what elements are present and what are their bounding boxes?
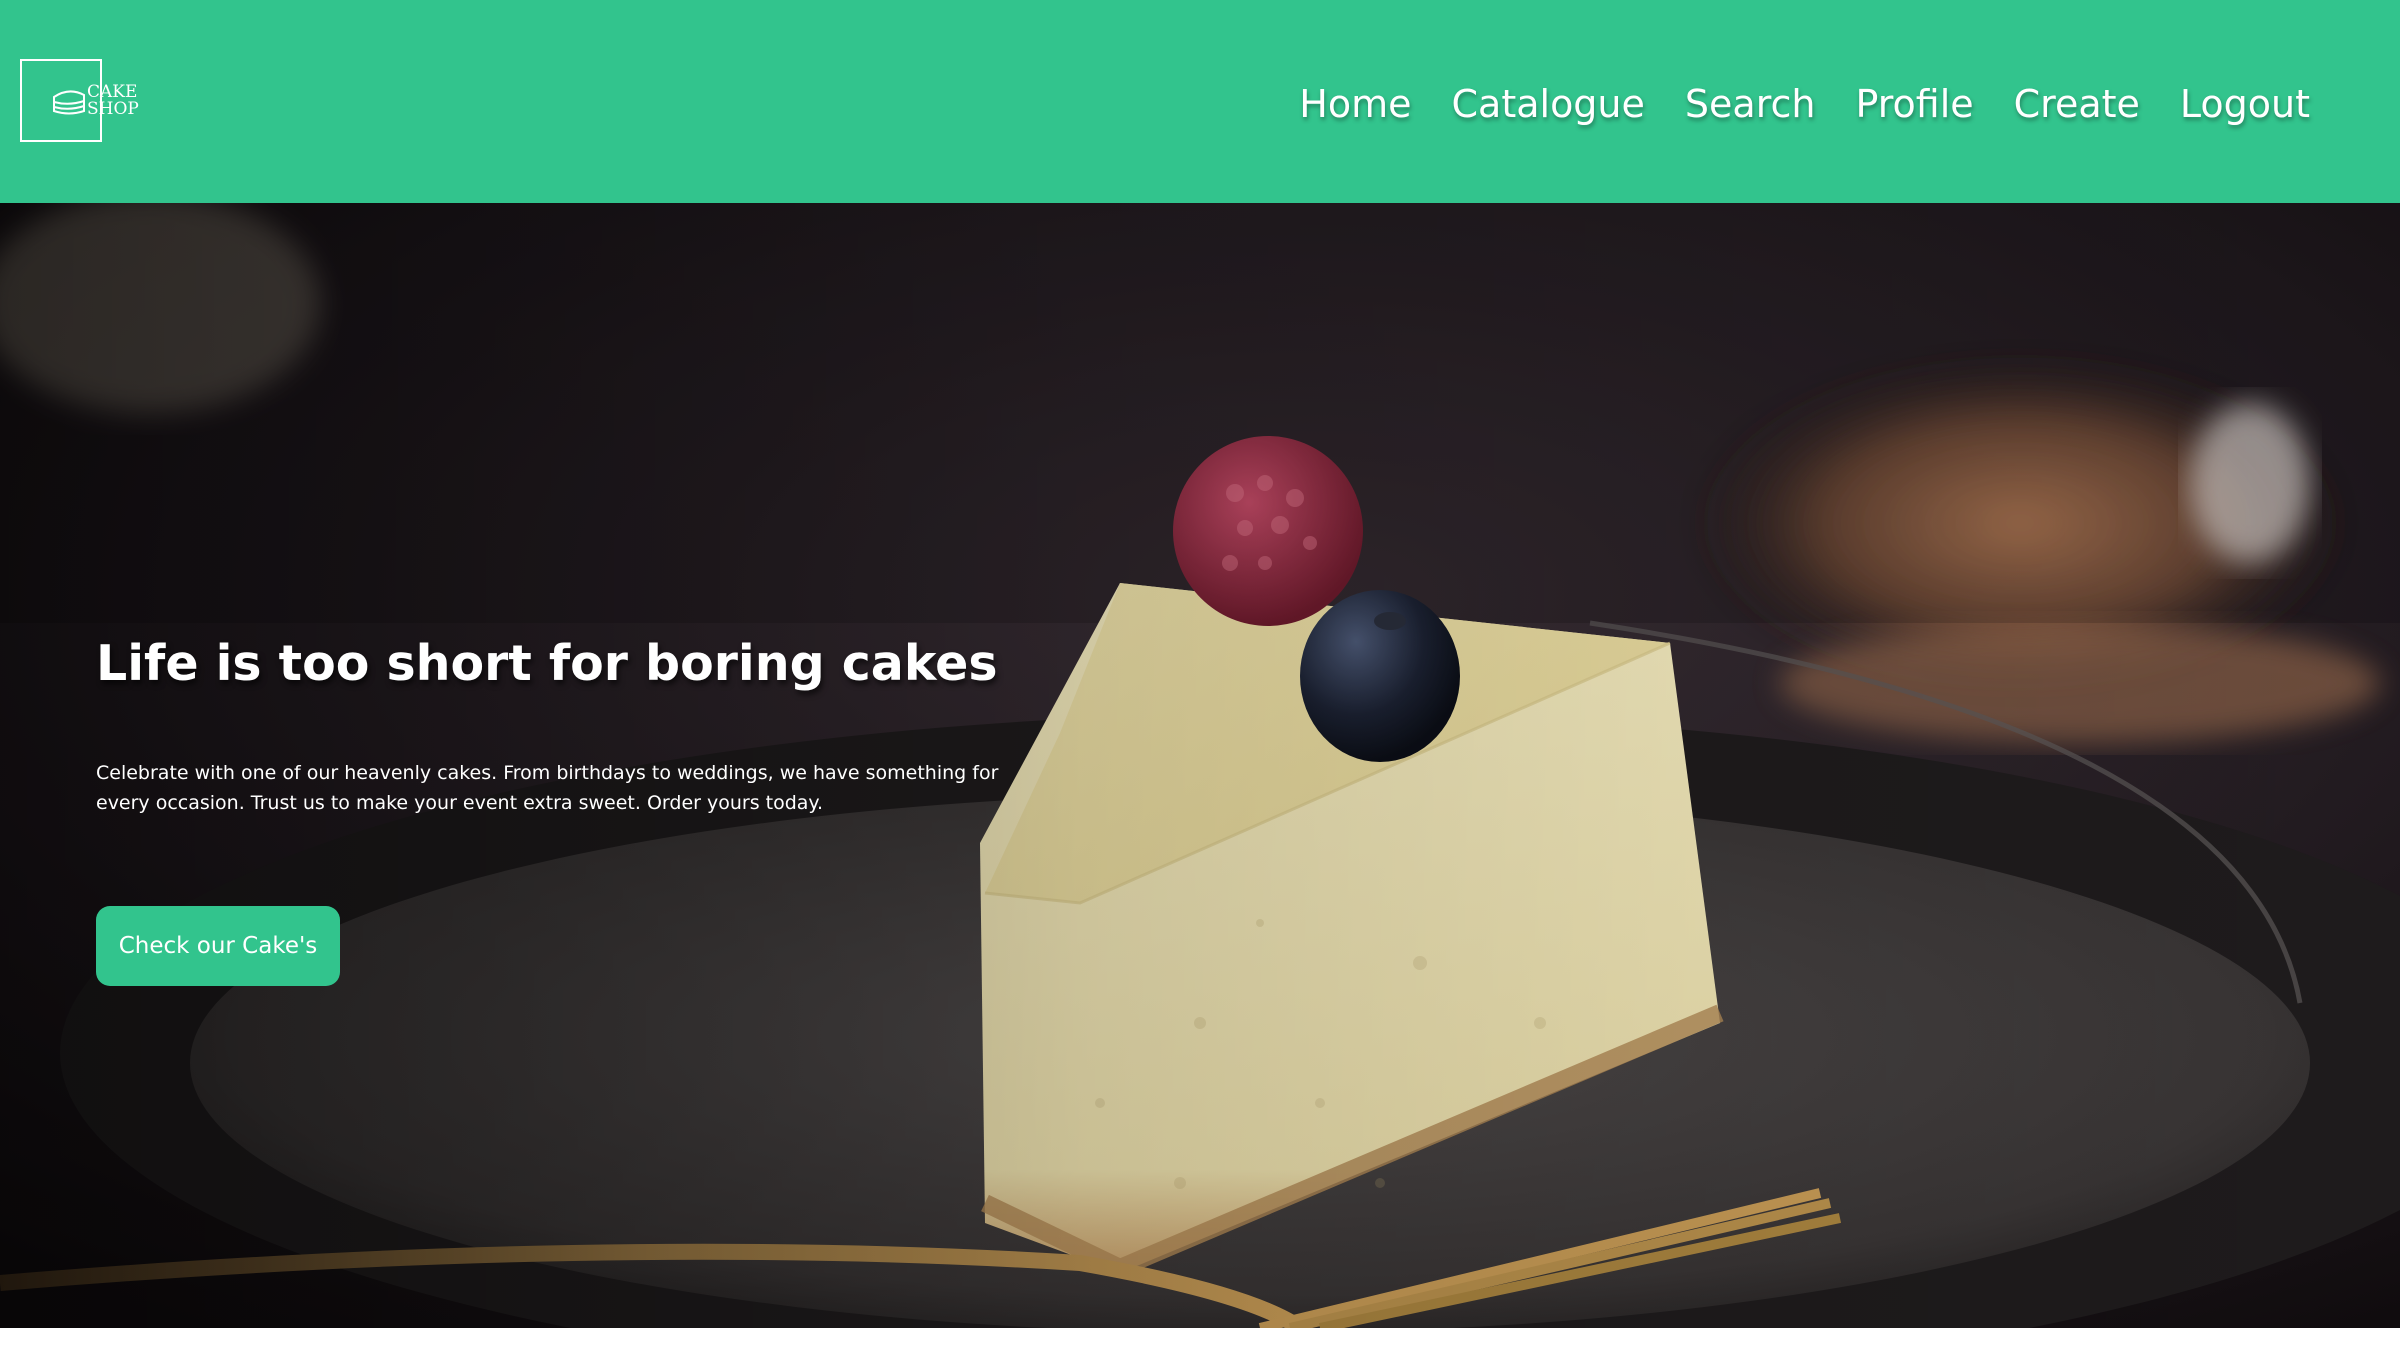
check-cakes-button[interactable]: Check our Cake's [96,906,340,986]
logo-text-line2: SHOP [87,99,139,119]
nav-catalogue-link[interactable]: Catalogue [1452,78,1645,130]
nav-search-link[interactable]: Search [1685,78,1816,130]
nav-create-link[interactable]: Create [2014,78,2140,130]
hero-section: Life is too short for boring cakes Celeb… [0,203,2400,1328]
top-navbar: CAKE SHOP Home Catalogue Search Profile … [0,0,2400,203]
nav-profile-link[interactable]: Profile [1855,78,1973,130]
nav-home-link[interactable]: Home [1299,78,1411,130]
main-nav: Home Catalogue Search Profile Create Log… [1299,78,2310,130]
hero-description: Celebrate with one of our heavenly cakes… [96,762,999,814]
cake-icon [53,90,85,115]
hero-headline: Life is too short for boring cakes [96,635,998,692]
logo-text: CAKE SHOP [87,84,139,118]
nav-logout-link[interactable]: Logout [2180,78,2310,130]
